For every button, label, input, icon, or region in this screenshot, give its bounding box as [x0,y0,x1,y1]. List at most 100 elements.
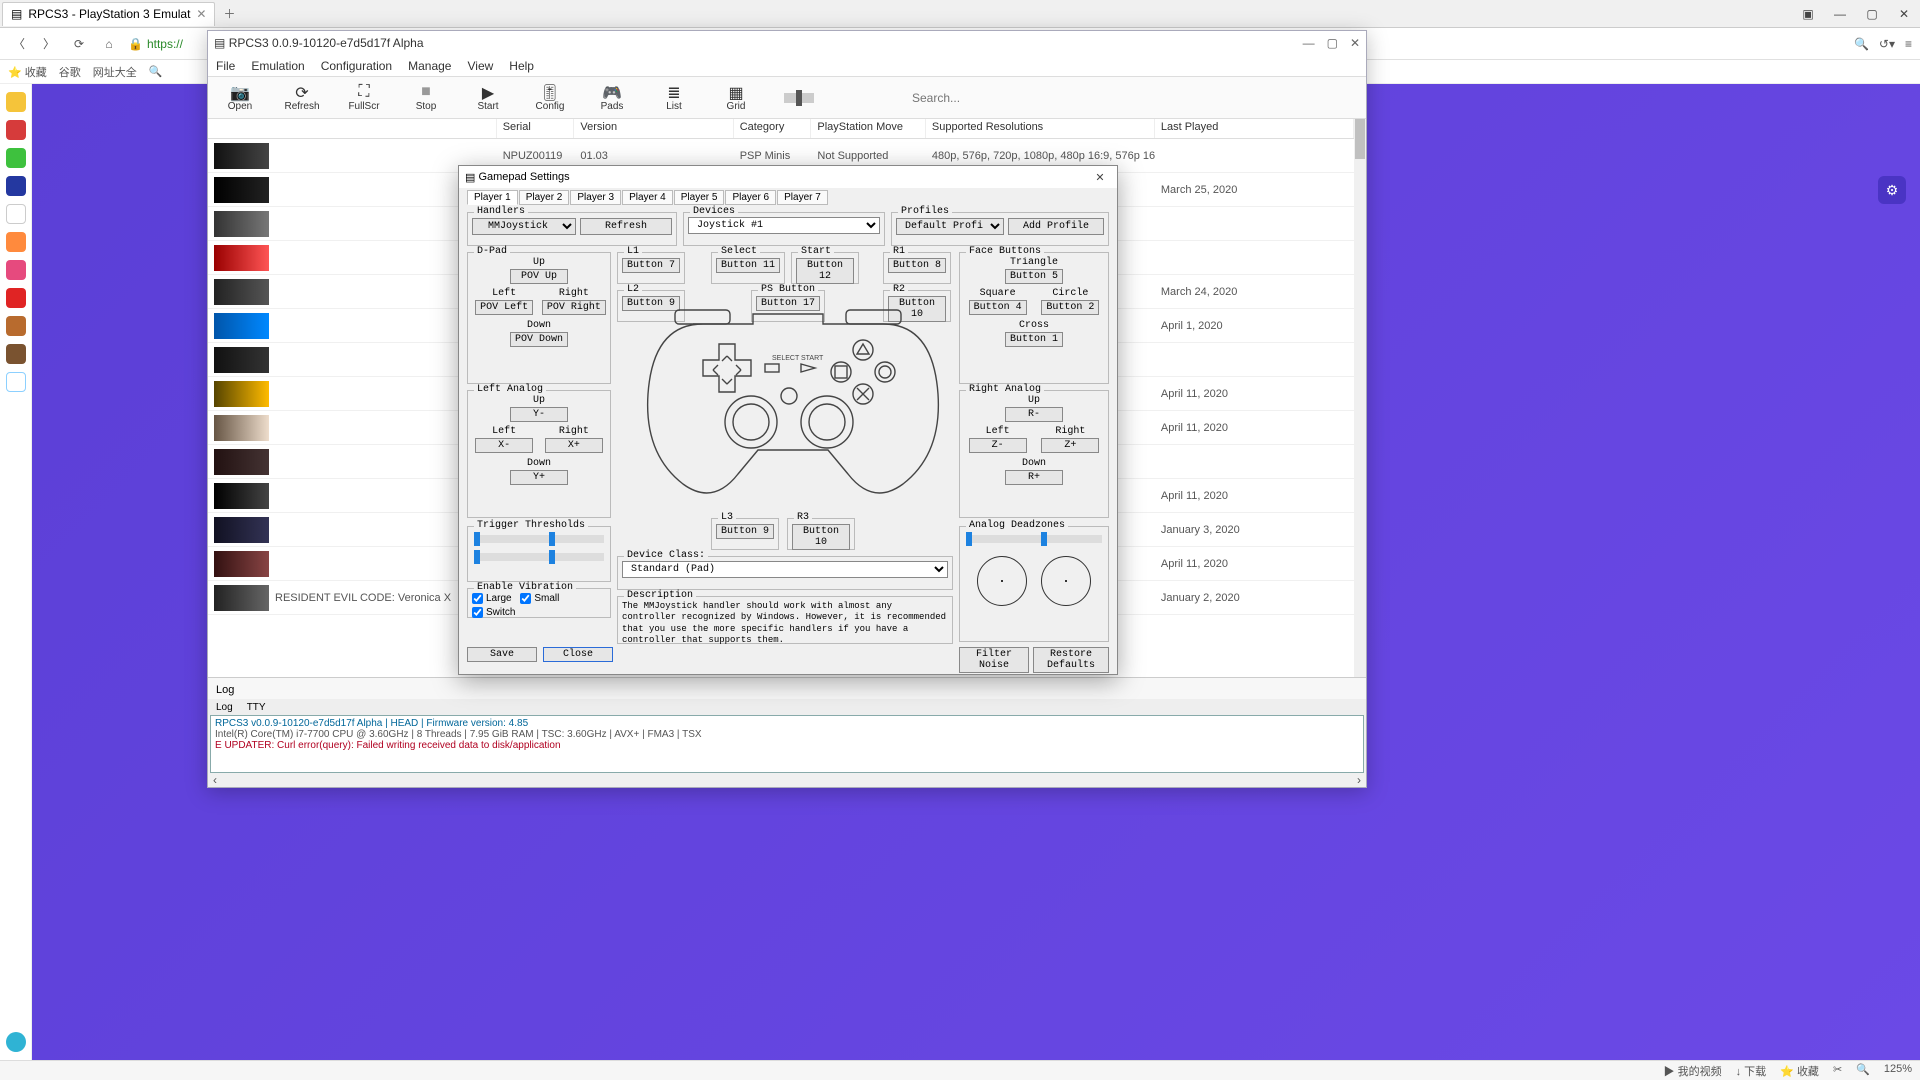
save-button[interactable]: Save [467,647,537,662]
toolbar-list[interactable]: ≣List [652,83,696,112]
deadzone-slider[interactable] [966,535,1102,543]
toolbar-start[interactable]: ▶Start [466,83,510,112]
toolbar-config[interactable]: 🎚Config [528,83,572,112]
win-maximize-icon[interactable]: ▢ [1327,36,1338,50]
profiles-select[interactable]: Default Profile [896,218,1004,235]
col-last[interactable]: Last Played [1155,119,1354,138]
sidebar-icon[interactable] [6,232,26,252]
menu-configuration[interactable]: Configuration [321,59,392,73]
log-tab-tty[interactable]: TTY [247,702,266,713]
tab-player-7[interactable]: Player 7 [777,190,828,205]
status-capture-icon[interactable]: ✂ [1833,1063,1842,1079]
triangle-button[interactable]: Button 5 [1005,269,1063,284]
sidebar-icon[interactable] [6,344,26,364]
nav-forward-icon[interactable]: 〉 [38,35,60,52]
dpad-left-button[interactable]: POV Left [475,300,533,315]
dpad-down-button[interactable]: POV Down [510,332,568,347]
r1-button[interactable]: Button 8 [888,258,946,273]
select-button[interactable]: Button 11 [716,258,780,273]
toolbar-refresh[interactable]: ⟳Refresh [280,83,324,112]
log-tab-log[interactable]: Log [216,702,233,713]
dpad-right-button[interactable]: POV Right [542,300,606,315]
ra-left-button[interactable]: Z- [969,438,1027,453]
sidebar-icon[interactable] [6,148,26,168]
tab-player-6[interactable]: Player 6 [725,190,776,205]
log-label[interactable]: Log [216,684,234,696]
window-maximize-icon[interactable]: ▢ [1856,7,1888,21]
la-up-button[interactable]: Y- [510,407,568,422]
toolbar-size-slider[interactable] [784,93,814,103]
col-move[interactable]: PlayStation Move [811,119,926,138]
sidebar-icon[interactable] [6,204,26,224]
tab-close-icon[interactable]: ✕ [196,7,206,21]
toolbar-grid[interactable]: ▦Grid [714,83,758,112]
new-tab-button[interactable]: ＋ [215,5,243,22]
tab-player-1[interactable]: Player 1 [467,190,518,205]
trigger-slider-1[interactable] [474,535,604,543]
ra-up-button[interactable]: R- [1005,407,1063,422]
col-category[interactable]: Category [734,119,812,138]
hscrollbar[interactable]: ‹› [208,773,1366,787]
devices-select[interactable]: Joystick #1 [688,217,880,234]
bookmark-search-icon[interactable]: 🔍 [149,65,163,78]
dialog-titlebar[interactable]: ▤ Gamepad Settings ✕ [459,166,1117,188]
la-left-button[interactable]: X- [475,438,533,453]
sidebar-icon[interactable] [6,372,26,392]
r3-button[interactable]: Button 10 [792,524,850,550]
square-button[interactable]: Button 4 [969,300,1027,315]
window-layout-icon[interactable]: ▣ [1792,7,1824,21]
la-down-button[interactable]: Y+ [510,470,568,485]
filter-noise-button[interactable]: Filter Noise [959,647,1029,673]
cross-button[interactable]: Button 1 [1005,332,1063,347]
tab-player-3[interactable]: Player 3 [570,190,621,205]
handlers-select[interactable]: MMJoystick [472,218,576,235]
history-icon[interactable]: ↺▾ [1879,37,1895,51]
ra-right-button[interactable]: Z+ [1041,438,1099,453]
nav-home-icon[interactable]: ⌂ [98,37,120,51]
sidebar-icon[interactable] [6,288,26,308]
menu-help[interactable]: Help [509,59,534,73]
la-right-button[interactable]: X+ [545,438,603,453]
col-version[interactable]: Version [574,119,733,138]
window-minimize-icon[interactable]: — [1824,7,1856,21]
status-download[interactable]: ↓ 下载 [1736,1063,1767,1079]
col-serial[interactable]: Serial [497,119,575,138]
win-close-icon[interactable]: ✕ [1350,36,1360,50]
menu-manage[interactable]: Manage [408,59,451,73]
sidebar-icon[interactable] [6,176,26,196]
col-icon[interactable] [208,119,497,138]
toolbar-open[interactable]: 📷Open [218,83,262,112]
search-icon[interactable]: 🔍 [1854,37,1869,51]
toolbar-pads[interactable]: 🎮Pads [590,83,634,112]
sidebar-icon[interactable] [6,120,26,140]
status-zoom-icon[interactable]: 🔍 [1856,1063,1870,1079]
sidebar-icon[interactable] [6,92,26,112]
circle-button[interactable]: Button 2 [1041,300,1099,315]
vib-switch-checkbox[interactable]: Switch [472,607,515,618]
trigger-slider-2[interactable] [474,553,604,561]
l3-button[interactable]: Button 9 [716,524,774,539]
nav-back-icon[interactable]: 〈 [8,35,30,52]
menu-view[interactable]: View [467,59,493,73]
menu-file[interactable]: File [216,59,235,73]
toolbar-search-input[interactable] [912,91,1212,105]
toolbar-fullscr[interactable]: ⛶FullScr [342,83,386,112]
bookmark-item[interactable]: 网址大全 [93,64,137,80]
rpcs3-titlebar[interactable]: ▤ RPCS3 0.0.9-10120-e7d5d17f Alpha — ▢ ✕ [208,31,1366,55]
status-zoom[interactable]: 125% [1884,1063,1912,1079]
favorites-star-icon[interactable]: ⭐ 收藏 [8,64,47,80]
toolbar-stop[interactable]: ■Stop [404,83,448,112]
tab-player-4[interactable]: Player 4 [622,190,673,205]
l1-button[interactable]: Button 7 [622,258,680,273]
add-profile-button[interactable]: Add Profile [1008,218,1104,235]
device-class-select[interactable]: Standard (Pad) [622,561,948,578]
window-close-icon[interactable]: ✕ [1888,7,1920,21]
ra-down-button[interactable]: R+ [1005,470,1063,485]
sidebar-assist-icon[interactable] [6,1032,26,1052]
menu-icon[interactable]: ≡ [1905,37,1912,51]
status-video[interactable]: ▶ 我的视频 [1664,1063,1722,1079]
vib-large-checkbox[interactable]: Large [472,593,512,604]
menu-emulation[interactable]: Emulation [251,59,304,73]
sidebar-icon[interactable] [6,316,26,336]
col-res[interactable]: Supported Resolutions [926,119,1155,138]
